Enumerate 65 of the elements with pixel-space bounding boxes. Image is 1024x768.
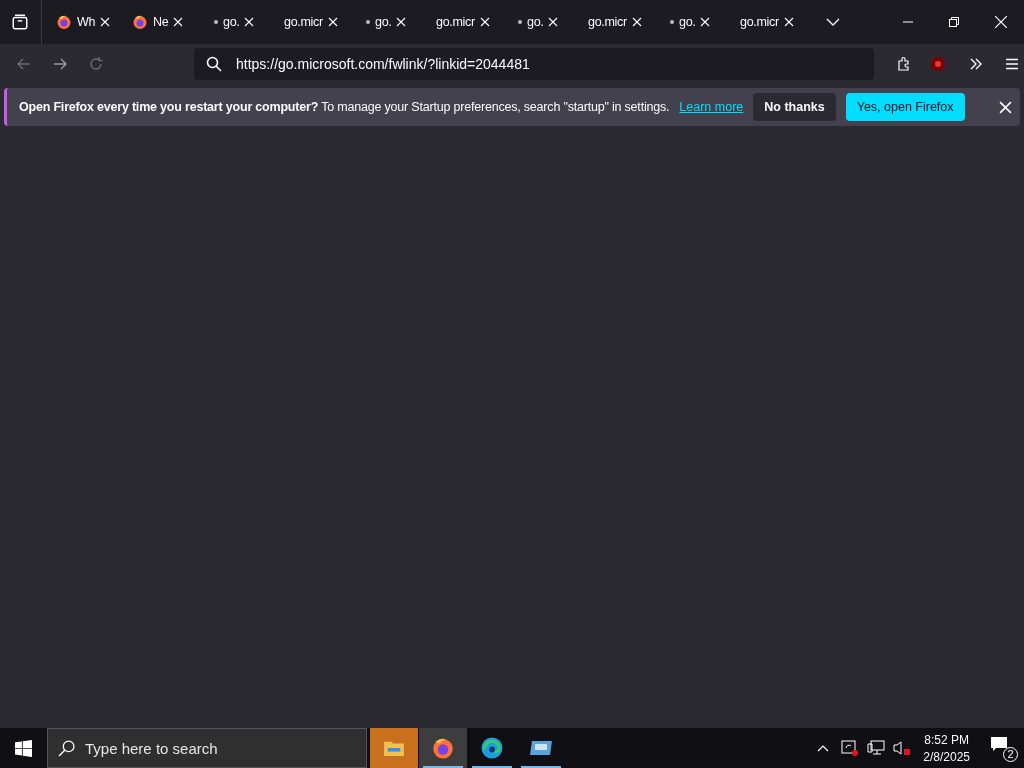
tab[interactable]: go.micr — [732, 0, 798, 44]
tab-title: Wh — [77, 15, 96, 29]
restore-icon[interactable] — [949, 17, 959, 27]
chevron-up-icon[interactable] — [817, 744, 830, 752]
folder-icon — [383, 739, 405, 757]
tab-title: Ne — [153, 15, 169, 29]
speaker-muted-icon[interactable] — [893, 740, 912, 756]
close-icon[interactable] — [396, 17, 407, 27]
close-icon[interactable] — [244, 17, 255, 27]
tab-title: go.micr — [588, 15, 627, 29]
chat-bubble-icon — [990, 736, 1008, 752]
learn-more-link[interactable]: Learn more — [679, 100, 744, 114]
tab-title: go.micr — [436, 15, 475, 29]
tab-title: go. — [223, 15, 240, 29]
window-icon — [529, 739, 553, 757]
close-icon[interactable] — [995, 16, 1007, 28]
tab-title: go. — [527, 15, 544, 29]
chevron-down-icon[interactable] — [826, 18, 840, 26]
tab[interactable]: Ne — [124, 0, 190, 44]
tab[interactable]: go.micr — [580, 0, 646, 44]
confirm-button[interactable]: Yes, open Firefox — [845, 93, 965, 121]
browser-swirl-icon — [480, 736, 504, 760]
tab[interactable]: go. — [504, 0, 570, 44]
search-icon — [58, 739, 75, 757]
close-icon[interactable] — [999, 100, 1012, 114]
close-icon[interactable] — [173, 17, 184, 27]
double-chevron-icon[interactable] — [968, 56, 984, 72]
close-icon[interactable] — [783, 17, 794, 27]
clock-time[interactable]: 8:52 PM — [924, 732, 969, 747]
dot-icon — [518, 20, 522, 24]
close-icon[interactable] — [700, 17, 711, 27]
network-icon[interactable] — [867, 740, 886, 756]
dot-icon — [214, 20, 218, 24]
browser-logo-icon — [431, 736, 455, 760]
tab[interactable]: go.micr — [428, 0, 494, 44]
start-icon[interactable] — [15, 739, 32, 757]
tab[interactable]: go.micr — [276, 0, 342, 44]
tab[interactable]: go. — [200, 0, 266, 44]
dot-icon — [366, 20, 370, 24]
address-field[interactable]: https://go.microsoft.com/fwlink/?linkid=2044481 — [194, 48, 874, 80]
search-field[interactable]: Type here to search — [47, 728, 367, 768]
reload-icon[interactable] — [88, 56, 104, 72]
close-icon[interactable] — [479, 17, 490, 27]
forward-icon[interactable] — [52, 56, 68, 72]
tab[interactable]: Wh — [48, 0, 114, 44]
menu-icon[interactable] — [1004, 56, 1020, 72]
tab-title: go.micr — [740, 15, 779, 29]
tab-title: go. — [679, 15, 696, 29]
clock-date[interactable]: 2/8/2025 — [923, 749, 970, 764]
puzzle-icon[interactable] — [896, 56, 912, 72]
browser-logo-icon — [132, 14, 148, 30]
close-icon[interactable] — [631, 17, 642, 27]
dismiss-button[interactable]: No thanks — [753, 93, 836, 121]
search-icon — [206, 56, 222, 72]
tab-title: go.micr — [284, 15, 323, 29]
browser-logo-icon — [56, 14, 72, 30]
close-icon[interactable] — [548, 17, 559, 27]
tab-overview-icon[interactable] — [11, 13, 29, 31]
tab[interactable]: go. — [656, 0, 722, 44]
tab[interactable]: go. — [352, 0, 418, 44]
close-icon[interactable] — [327, 17, 338, 27]
tab-title: go. — [375, 15, 392, 29]
dot-icon — [670, 20, 674, 24]
close-icon[interactable] — [100, 17, 111, 27]
notification-message: Open Firefox every time you restart your computer? To manage your Startup preferences, search "startup" in settings. — [19, 100, 670, 114]
